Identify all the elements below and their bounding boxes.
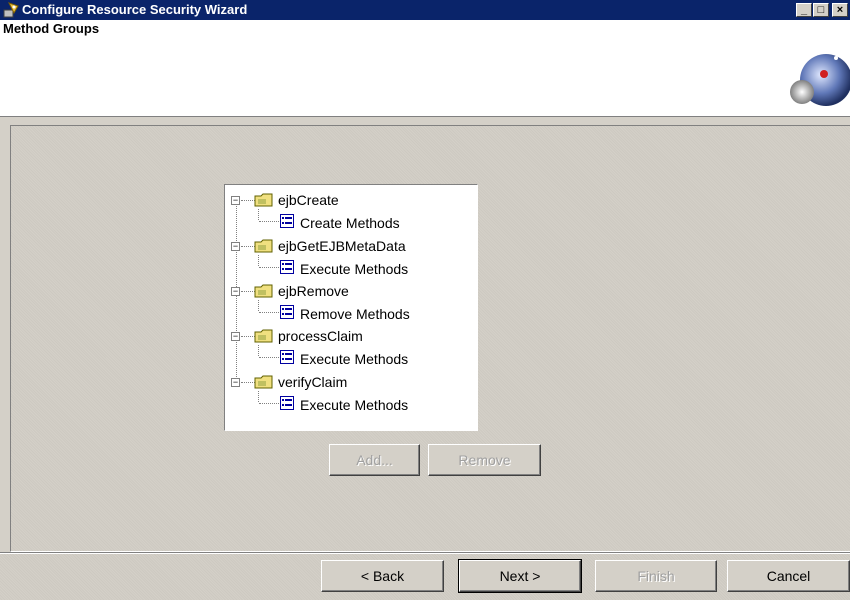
close-button[interactable]: × (832, 3, 848, 17)
next-button[interactable]: Next > (458, 559, 582, 593)
folder-key-icon (254, 374, 274, 393)
tree-node-group[interactable]: − processClaim (230, 326, 470, 346)
tree-node-group[interactable]: − ejbRemove (230, 281, 470, 301)
back-button[interactable]: < Back (321, 560, 444, 592)
tree-connector (259, 403, 279, 404)
tree-connector (241, 291, 255, 292)
method-group-tree[interactable]: − ejbCreate Create Methods − ejbGetEJBMe… (224, 184, 478, 431)
tree-connector (259, 221, 279, 222)
tree-node-label: Execute Methods (300, 261, 409, 277)
tree-connector (241, 336, 255, 337)
tree-connector (259, 267, 279, 268)
tree-node-label: Create Methods (300, 215, 400, 231)
collapse-icon[interactable]: − (231, 242, 240, 251)
tree-node-label: Execute Methods (300, 351, 409, 367)
tree-node-group[interactable]: − ejbGetEJBMetaData (230, 236, 470, 256)
tree-connector (241, 382, 255, 383)
tree-node-method[interactable]: Remove Methods (230, 304, 470, 324)
tree-node-label: processClaim (278, 328, 363, 344)
folder-key-icon (254, 328, 274, 347)
tree-connector (241, 246, 255, 247)
collapse-icon[interactable]: − (231, 196, 240, 205)
folder-key-icon (254, 192, 274, 211)
tree-node-label: ejbGetEJBMetaData (278, 238, 406, 254)
tree-node-label: verifyClaim (278, 374, 348, 390)
collapse-icon[interactable]: − (231, 287, 240, 296)
list-icon (280, 305, 294, 322)
remove-button[interactable]: Remove (428, 444, 541, 476)
finish-button[interactable]: Finish (595, 560, 717, 592)
tree-node-label: Remove Methods (300, 306, 410, 322)
tree-connector (259, 312, 279, 313)
collapse-icon[interactable]: − (231, 332, 240, 341)
title-bar[interactable]: Configure Resource Security Wizard _ □ × (0, 0, 850, 20)
tree-node-method[interactable]: Execute Methods (230, 259, 470, 279)
globe-logo-icon (780, 40, 850, 114)
tree-node-label: ejbCreate (278, 192, 339, 208)
list-icon (280, 214, 294, 231)
cancel-button[interactable]: Cancel (727, 560, 850, 592)
maximize-button[interactable]: □ (813, 3, 829, 17)
wizard-header: Method Groups (0, 20, 850, 117)
tree-node-method[interactable]: Execute Methods (230, 395, 470, 415)
wizard-window: Configure Resource Security Wizard _ □ ×… (0, 0, 850, 600)
window-title: Configure Resource Security Wizard (22, 2, 248, 17)
tree-connector (259, 357, 279, 358)
tree-node-label: ejbRemove (278, 283, 349, 299)
list-icon (280, 396, 294, 413)
tree-connector (241, 200, 255, 201)
tree-node-group[interactable]: − ejbCreate (230, 190, 470, 210)
wizard-app-icon (3, 2, 19, 18)
page-title: Method Groups (3, 21, 100, 36)
collapse-icon[interactable]: − (231, 378, 240, 387)
tree-node-method[interactable]: Execute Methods (230, 349, 470, 369)
list-icon (280, 260, 294, 277)
tree-node-group[interactable]: − verifyClaim (230, 372, 470, 392)
folder-key-icon (254, 238, 274, 257)
minimize-button[interactable]: _ (796, 3, 812, 17)
add-button[interactable]: Add... (329, 444, 420, 476)
list-icon (280, 350, 294, 367)
folder-key-icon (254, 283, 274, 302)
tree-node-label: Execute Methods (300, 397, 409, 413)
tree-node-method[interactable]: Create Methods (230, 213, 470, 233)
